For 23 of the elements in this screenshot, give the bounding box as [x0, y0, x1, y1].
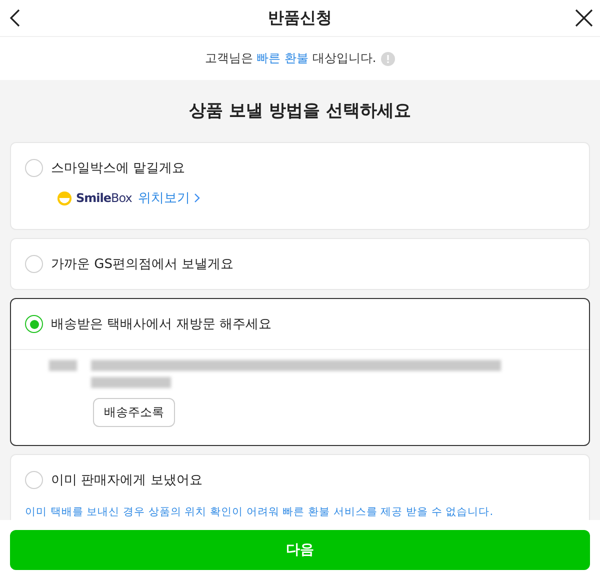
option-card[interactable]: 배송받은 택배사에서 재방문 해주세요 배송주소록: [10, 298, 590, 446]
option-label: 스마일박스에 맡길게요: [51, 160, 186, 177]
page-title: 반품신청: [268, 8, 332, 28]
brand-logo: SmileBox: [76, 191, 132, 205]
radio-button[interactable]: [25, 471, 43, 489]
address-book-button[interactable]: 배송주소록: [93, 398, 175, 427]
option-card[interactable]: 가까운 GS편의점에서 보낼게요: [10, 238, 590, 290]
radio-button[interactable]: [25, 159, 43, 177]
smile-logo-icon: [57, 190, 72, 206]
radio-button[interactable]: [25, 315, 43, 333]
section-heading: 상품 보낼 방법을 선택하세요: [188, 100, 412, 123]
radio-button[interactable]: [25, 255, 43, 273]
option-label: 배송받은 택배사에서 재방문 해주세요: [51, 316, 272, 333]
option-card[interactable]: 스마일박스에 맡길게요 SmileBox 위치보기: [10, 142, 590, 230]
info-icon[interactable]: [381, 52, 396, 66]
option-label: 가까운 GS편의점에서 보낼게요: [51, 256, 234, 273]
notice-text: 고객님은 빠른 환불 대상입니다.: [204, 50, 376, 67]
chevron-right-icon: [194, 193, 200, 203]
option-card[interactable]: 이미 판매자에게 보냈어요 이미 택배를 보내신 경우 상품의 위치 확인이 어려워 빠른 환불 서비스를 제공 받을 수 없습니다.: [10, 454, 590, 520]
option-label: 이미 판매자에게 보냈어요: [51, 472, 202, 489]
location-link[interactable]: 위치보기: [138, 189, 190, 207]
close-icon[interactable]: [574, 8, 594, 28]
warning-note: 이미 택배를 보내신 경우 상품의 위치 확인이 어려워 빠른 환불 서비스를 제공 받을 수 없습니다.: [24, 505, 494, 520]
